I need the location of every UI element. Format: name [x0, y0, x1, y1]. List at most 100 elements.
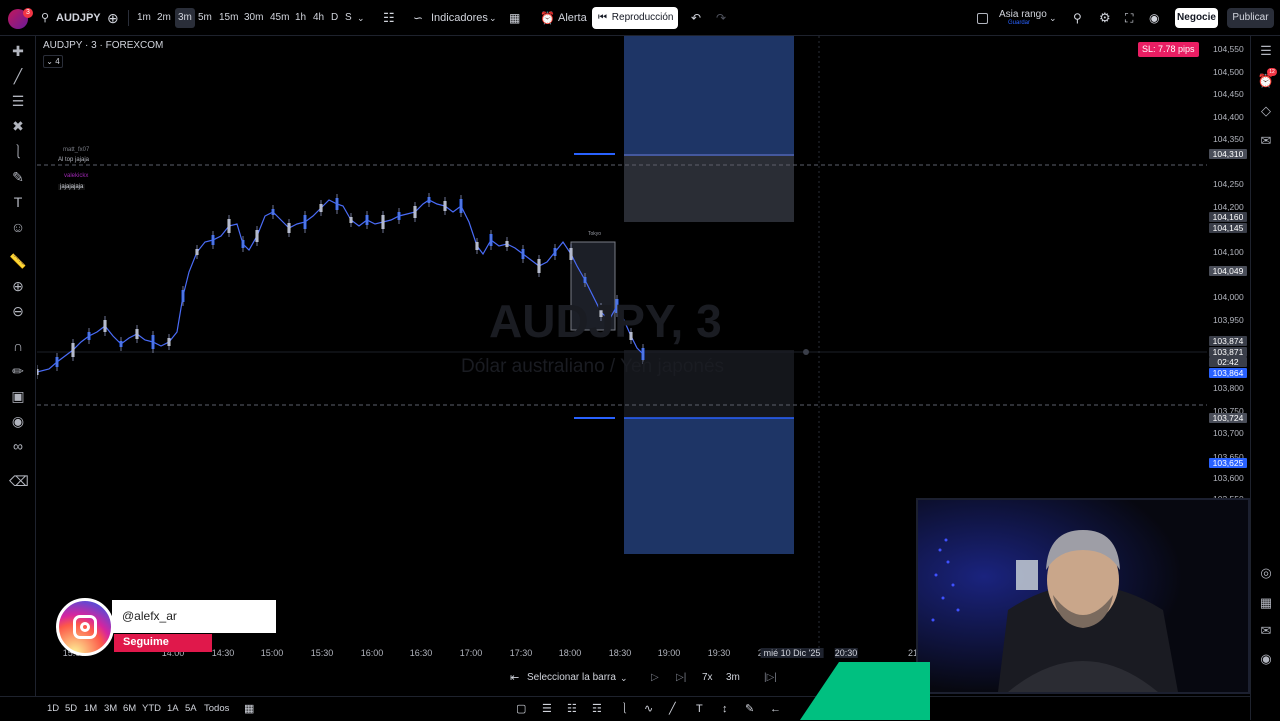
tool-fib-icon[interactable]: ☷ [567, 697, 577, 721]
pattern-icon[interactable]: ✖ [9, 117, 27, 135]
tokyo-label: Tokyo [588, 231, 602, 237]
range-todos[interactable]: Todos [204, 697, 229, 721]
interval-4h[interactable]: 4h [313, 0, 324, 36]
price-label: 104,100 [1213, 247, 1244, 257]
zoom-out-icon[interactable]: ⊖ [9, 302, 27, 320]
range-1d[interactable]: 1D [47, 697, 59, 721]
tool-rect-icon[interactable]: ▢ [516, 697, 526, 721]
layout-name[interactable]: Asia rango [999, 9, 1047, 20]
watchlist-icon[interactable]: ☰ [1257, 42, 1275, 60]
replay-label: Reproducción [611, 12, 674, 23]
goto-date-icon[interactable]: ▦ [244, 697, 254, 721]
interval-1m[interactable]: 1m [137, 0, 151, 36]
range-1a[interactable]: 1A [167, 697, 179, 721]
time-label: 18:30 [608, 648, 632, 658]
interval-15m[interactable]: 15m [219, 0, 238, 36]
brush-icon[interactable]: ✎ [9, 168, 27, 186]
calendar-icon[interactable]: ▦ [1257, 594, 1275, 612]
select-bar-dropdown-icon[interactable]: ⌄ [620, 666, 628, 690]
fullscreen-icon[interactable]: ⛶ [1125, 0, 1133, 36]
settings-icon[interactable]: ⚙ [1099, 0, 1111, 36]
interval-1h[interactable]: 1h [295, 0, 306, 36]
right-sidebar: ☰ ⏰ 12 ◇ ✉ ◎ ▦ ✉ ◉ [1250, 36, 1280, 720]
interval-5m[interactable]: 5m [198, 0, 212, 36]
notifications-icon[interactable]: ✉ [1257, 622, 1275, 640]
crosshair-icon[interactable]: ✚ [9, 42, 27, 60]
symbol-search[interactable]: AUDJPY [56, 0, 101, 36]
chat-note-user2: valekickx [64, 173, 89, 179]
interval-D[interactable]: D [331, 0, 338, 36]
camera-icon[interactable]: ◉ [1149, 0, 1159, 36]
text-icon[interactable]: T [9, 193, 27, 211]
undo-icon[interactable]: ↶ [691, 0, 701, 36]
alert-icon[interactable]: ⏰ [540, 0, 555, 36]
alert-button[interactable]: Alerta [558, 0, 587, 36]
lock-drawing-icon[interactable]: ✏ [9, 362, 27, 380]
range-5d[interactable]: 5D [65, 697, 77, 721]
interval-45m[interactable]: 45m [270, 0, 289, 36]
target-icon[interactable]: ◎ [1257, 564, 1275, 582]
trend-line-icon[interactable]: ╱ [9, 67, 27, 85]
tool-brush-icon[interactable]: ✎ [745, 697, 754, 721]
range-1m[interactable]: 1M [84, 697, 97, 721]
magnet-icon[interactable]: ∩ [9, 337, 27, 355]
tool-text-icon[interactable]: T [696, 697, 703, 721]
drawing-toolbar: ✚ ╱ ☰ ✖ ⎱ ✎ T ☺ 📏 ⊕ ⊖ ∩ ✏ ▣ ◉ ∞ ⌫ [0, 36, 36, 696]
emoji-icon[interactable]: ☺ [9, 218, 27, 236]
speed-button[interactable]: 7x [702, 666, 713, 690]
help-icon[interactable]: ◉ [1257, 650, 1275, 668]
add-symbol-icon[interactable]: ⊕ [107, 0, 119, 36]
tool-position-icon[interactable]: ⎱ [619, 697, 630, 721]
time-label: 19:00 [657, 648, 681, 658]
layout-checkbox[interactable] [977, 13, 988, 24]
trash-icon[interactable]: ⌫ [9, 472, 29, 490]
layout-dropdown-icon[interactable]: ⌄ [1049, 0, 1057, 36]
eye-icon[interactable]: ◉ [9, 412, 27, 430]
publish-button[interactable]: Publicar [1227, 8, 1274, 28]
jump-realtime-icon[interactable]: |▷| [764, 666, 777, 690]
tool-lines-icon[interactable]: ☰ [542, 697, 552, 721]
price-tag: 103,625 [1209, 458, 1247, 468]
redo-icon[interactable]: ↷ [716, 0, 726, 36]
indicators-icon[interactable]: ∽ [413, 0, 423, 36]
range-5a[interactable]: 5A [185, 697, 197, 721]
indicators-button[interactable]: Indicadores [431, 0, 488, 36]
indicators-toggle[interactable]: ⌄ 4 [43, 55, 63, 68]
tool-path-icon[interactable]: ∿ [644, 697, 653, 721]
position-icon[interactable]: ⎱ [9, 143, 27, 161]
trade-button[interactable]: Negocie [1175, 8, 1218, 28]
step-forward-icon[interactable]: ▷| [676, 666, 686, 690]
quick-search-icon[interactable]: ⚲ [1073, 0, 1082, 36]
replay-icon: ⏮ [598, 12, 607, 23]
play-icon[interactable]: ▷ [651, 666, 659, 690]
replay-button[interactable]: ⏮ Reproducción [592, 7, 678, 29]
interval-3m[interactable]: 3m [175, 8, 195, 28]
tool-arrow-icon[interactable]: ← [770, 697, 781, 721]
layers-icon[interactable]: ◇ [1257, 102, 1275, 120]
tool-channel-icon[interactable]: ☶ [592, 697, 602, 721]
range-ytd[interactable]: YTD [142, 697, 161, 721]
fib-icon[interactable]: ☰ [9, 92, 27, 110]
range-6m[interactable]: 6M [123, 697, 136, 721]
chart-type-icon[interactable]: ☷ [383, 0, 395, 36]
select-bar-icon[interactable]: ⇤ [510, 666, 519, 690]
lock-icon[interactable]: ▣ [9, 387, 27, 405]
tool-vline-icon[interactable]: ↕ [722, 697, 728, 721]
interval-2m[interactable]: 2m [157, 0, 171, 36]
range-3m[interactable]: 3M [104, 697, 117, 721]
price-label: 103,950 [1213, 315, 1244, 325]
tool-line-icon[interactable]: ╱ [669, 697, 676, 721]
interval-S[interactable]: S [345, 0, 352, 36]
interval-30m[interactable]: 30m [244, 0, 263, 36]
search-icon[interactable]: ⚲ [41, 0, 49, 36]
chart-title: AUDJPY · 3 · FOREXCOM [43, 40, 164, 51]
replay-interval-button[interactable]: 3m [726, 666, 740, 690]
link-icon[interactable]: ∞ [9, 437, 27, 455]
zoom-in-icon[interactable]: ⊕ [9, 277, 27, 295]
templates-icon[interactable]: ▦ [509, 0, 520, 36]
interval-dropdown-icon[interactable]: ⌄ [357, 0, 365, 36]
select-bar-button[interactable]: Seleccionar la barra [527, 666, 616, 690]
chat-icon[interactable]: ✉ [1257, 132, 1275, 150]
ruler-icon[interactable]: 📏 [9, 252, 27, 270]
indicators-dropdown-icon[interactable]: ⌄ [489, 0, 497, 36]
